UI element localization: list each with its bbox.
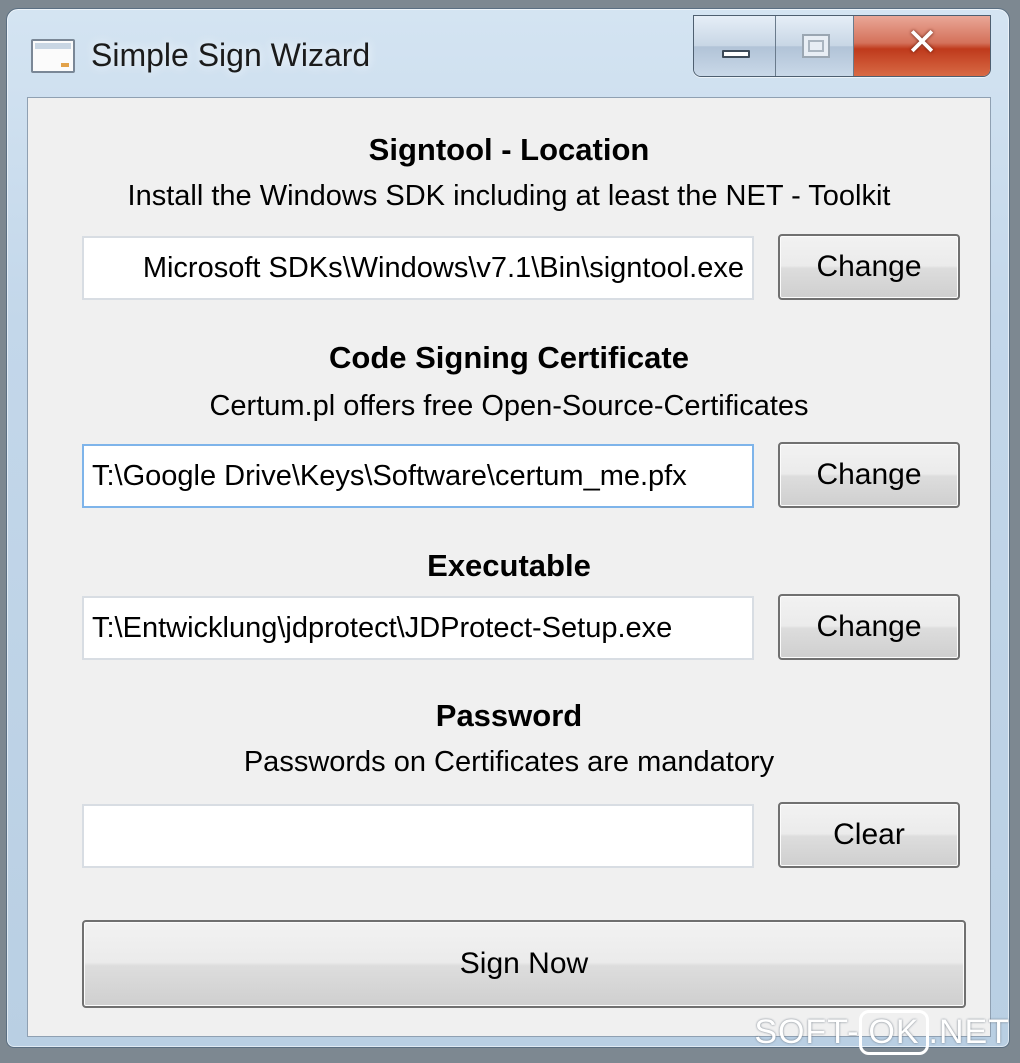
watermark-boxed: OK <box>859 1010 929 1055</box>
close-button[interactable]: ✕ <box>854 16 990 76</box>
executable-change-button[interactable]: Change <box>778 594 960 660</box>
password-input[interactable] <box>82 804 754 868</box>
maximize-button[interactable] <box>776 16 854 76</box>
window-title: Simple Sign Wizard <box>91 37 371 73</box>
watermark-left: SOFT- <box>754 1013 860 1051</box>
password-hint: Passwords on Certificates are mandatory <box>243 746 775 778</box>
executable-heading: Executable <box>427 548 591 583</box>
certificate-change-button[interactable]: Change <box>778 442 960 508</box>
sign-now-button[interactable]: Sign Now <box>82 920 966 1008</box>
app-window: Simple Sign Wizard ✕ Signtool - Location… <box>6 8 1010 1048</box>
password-clear-button[interactable]: Clear <box>778 802 960 868</box>
certificate-hint: Certum.pl offers free Open-Source-Certif… <box>209 390 809 422</box>
executable-path-input[interactable] <box>82 596 754 660</box>
watermark: SOFT- OK .NET <box>754 1010 1010 1055</box>
signtool-heading: Signtool - Location <box>368 132 650 167</box>
close-icon: ✕ <box>906 20 938 64</box>
minimize-icon <box>722 50 750 58</box>
signtool-path-input[interactable] <box>82 236 754 300</box>
wizard-form: Signtool - Location Install the Windows … <box>27 97 991 1037</box>
signtool-change-button[interactable]: Change <box>778 234 960 300</box>
password-heading: Password <box>435 698 583 733</box>
certificate-heading: Code Signing Certificate <box>329 340 689 375</box>
signtool-hint: Install the Windows SDK including at lea… <box>127 180 891 212</box>
app-window-icon <box>31 39 75 73</box>
caption-buttons: ✕ <box>693 15 991 77</box>
minimize-button[interactable] <box>694 16 776 76</box>
maximize-icon <box>802 34 830 58</box>
watermark-right: .NET <box>928 1013 1010 1051</box>
certificate-path-input[interactable] <box>82 444 754 508</box>
